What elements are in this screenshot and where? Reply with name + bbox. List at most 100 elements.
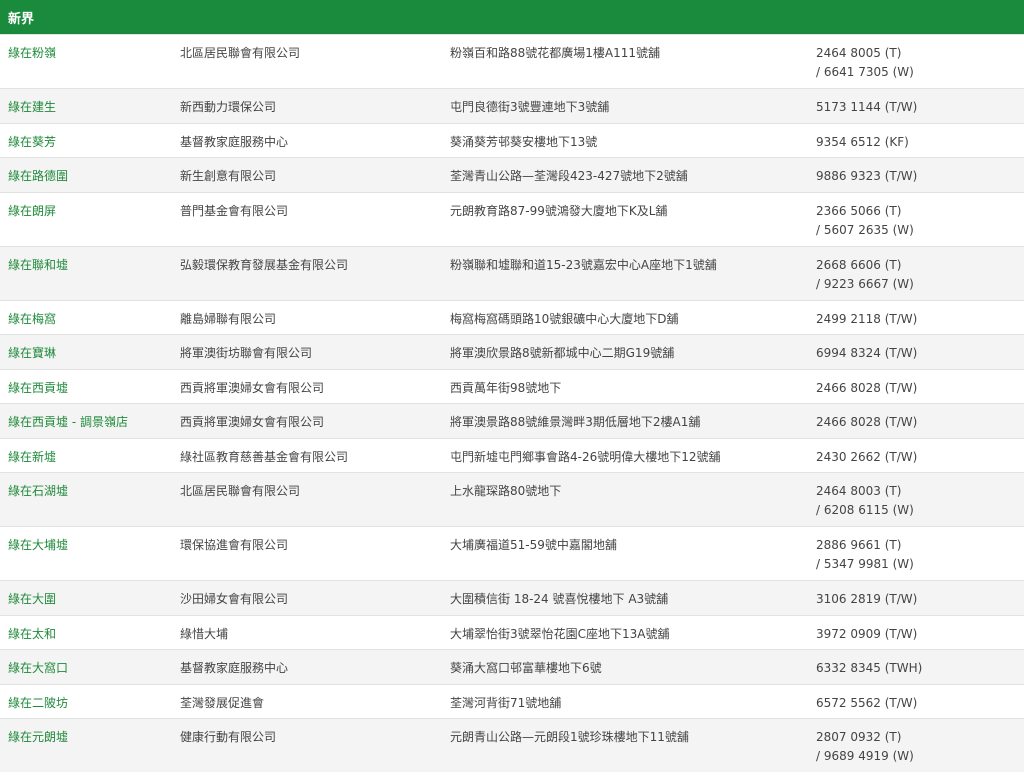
table-row: 綠在二陂坊 荃灣發展促進會 荃灣河背街71號地舖 6572 5562 (T/W) bbox=[0, 683, 1024, 719]
region-title: 新界 bbox=[8, 11, 35, 27]
phone-line-1: 6994 8324 (T/W) bbox=[816, 346, 918, 360]
phone-line-2: / 5347 9981 (W) bbox=[816, 557, 914, 571]
store-address: 粉嶺百和路88號花都廣場1樓A111號舖 bbox=[450, 46, 661, 60]
phone-line-2: / 9223 6667 (W) bbox=[816, 276, 914, 291]
store-name-link[interactable]: 綠在寶琳 bbox=[0, 335, 172, 369]
phone-line-1: 2464 8005 (T) bbox=[816, 46, 902, 60]
phone-line-2: / 9689 4919 (W) bbox=[816, 749, 914, 763]
store-address: 梅窩梅窩碼頭路10號銀礦中心大廈地下D舖 bbox=[450, 311, 679, 326]
operator-name: 離島婦聯有限公司 bbox=[180, 311, 277, 326]
store-name-link[interactable]: 綠在西貢墟 bbox=[0, 370, 172, 404]
phone-line-1: 2886 9661 (T) bbox=[816, 538, 902, 552]
phone-line-2: / 6208 6115 (W) bbox=[816, 503, 914, 517]
table-row: 綠在粉嶺 北區居民聯會有限公司 粉嶺百和路88號花都廣場1樓A111號舖 2464 8… bbox=[0, 34, 1024, 88]
phone-line-1: 2466 8028 (T/W) bbox=[816, 415, 918, 429]
store-phone: 5173 1144 (T/W) bbox=[808, 89, 1024, 123]
store-name-link[interactable]: 綠在大埔墟 bbox=[0, 527, 172, 580]
operator-name: 北區居民聯會有限公司 bbox=[180, 46, 301, 60]
store-address: 大埔廣福道51-59號中嘉閣地舖 bbox=[450, 538, 617, 552]
store-phone: 2464 8005 (T) / 6641 7305 (W) bbox=[808, 35, 1024, 88]
recycling-store-table: 新界 綠在粉嶺 北區居民聯會有限公司 粉嶺百和路88號花都廣場1樓A111號舖 246… bbox=[0, 0, 1024, 772]
operator-name: 綠社區教育慈善基金會有限公司 bbox=[180, 449, 349, 464]
store-phone: 2430 2662 (T/W) bbox=[808, 439, 1024, 473]
store-phone: 3972 0909 (T/W) bbox=[808, 616, 1024, 650]
store-name-link[interactable]: 綠在新墟 bbox=[0, 439, 172, 473]
table-row: 綠在元朗墟 健康行動有限公司 元朗青山公路—元朗段1號珍珠樓地下11號舖 2807 0… bbox=[0, 718, 1024, 772]
table-row: 綠在梅窩 離島婦聯有限公司 梅窩梅窩碼頭路10號銀礦中心大廈地下D舖 2499 211… bbox=[0, 299, 1024, 335]
store-name-link[interactable]: 綠在朗屏 bbox=[0, 193, 172, 246]
store-name-link[interactable]: 綠在梅窩 bbox=[0, 301, 172, 335]
store-name-link[interactable]: 綠在大窩口 bbox=[0, 650, 172, 684]
table-row: 綠在建生 新西動力環保公司 屯門良德街3號豐連地下3號舖 5173 1144 (T/W… bbox=[0, 88, 1024, 123]
table-row: 綠在西貢墟 - 調景嶺店 西貢將軍澳婦女會有限公司 將軍澳景路88號維景灣畔3期低層… bbox=[0, 403, 1024, 438]
store-phone: 6332 8345 (TWH) bbox=[808, 650, 1024, 684]
table-row: 綠在太和 綠惜大埔 大埔翠怡街3號翠怡花園C座地下13A號舖 3972 0909 (T… bbox=[0, 614, 1024, 650]
store-phone: 2466 8028 (T/W) bbox=[808, 370, 1024, 404]
operator-name: 普門基金會有限公司 bbox=[180, 203, 289, 218]
store-address: 西貢萬年街98號地下 bbox=[450, 380, 562, 395]
store-address: 屯門良德街3號豐連地下3號舖 bbox=[450, 100, 610, 114]
operator-name: 沙田婦女會有限公司 bbox=[180, 592, 289, 606]
store-address: 上水龍琛路80號地下 bbox=[450, 484, 562, 498]
store-name-link[interactable]: 綠在聯和墟 bbox=[0, 247, 172, 300]
store-name-link[interactable]: 綠在建生 bbox=[0, 89, 172, 123]
table-body: 綠在粉嶺 北區居民聯會有限公司 粉嶺百和路88號花都廣場1樓A111號舖 2464 8… bbox=[0, 34, 1024, 772]
table-row: 綠在西貢墟 西貢將軍澳婦女會有限公司 西貢萬年街98號地下 2466 8028 (T/… bbox=[0, 368, 1024, 404]
table-row: 綠在新墟 綠社區教育慈善基金會有限公司 屯門新墟屯門鄉事會路4-26號明偉大樓地下1… bbox=[0, 437, 1024, 473]
table-row: 綠在路德圍 新生創意有限公司 荃灣青山公路—荃灣段423-427號地下2號舖 9886… bbox=[0, 157, 1024, 192]
store-phone: 2499 2118 (T/W) bbox=[808, 301, 1024, 335]
store-address: 元朗青山公路—元朗段1號珍珠樓地下11號舖 bbox=[450, 730, 689, 744]
operator-name: 將軍澳街坊聯會有限公司 bbox=[180, 346, 313, 360]
store-name-link[interactable]: 綠在路德圍 bbox=[0, 158, 172, 192]
operator-name: 西貢將軍澳婦女會有限公司 bbox=[180, 380, 325, 395]
store-address: 葵涌大窩口邨富華樓地下6號 bbox=[450, 661, 602, 675]
store-address: 大埔翠怡街3號翠怡花園C座地下13A號舖 bbox=[450, 626, 670, 641]
store-name-link[interactable]: 綠在葵芳 bbox=[0, 124, 172, 158]
table-row: 綠在石湖墟 北區居民聯會有限公司 上水龍琛路80號地下 2464 8003 (T) / … bbox=[0, 472, 1024, 526]
phone-line-1: 5173 1144 (T/W) bbox=[816, 100, 918, 114]
store-phone: 6572 5562 (T/W) bbox=[808, 685, 1024, 719]
phone-line-2: / 5607 2635 (W) bbox=[816, 222, 914, 237]
operator-name: 新西動力環保公司 bbox=[180, 100, 277, 114]
phone-line-1: 2807 0932 (T) bbox=[816, 730, 902, 744]
store-address: 荃灣青山公路—荃灣段423-427號地下2號舖 bbox=[450, 169, 688, 183]
store-name-link[interactable]: 綠在大圍 bbox=[0, 581, 172, 615]
store-name-link[interactable]: 綠在二陂坊 bbox=[0, 685, 172, 719]
phone-line-1: 2430 2662 (T/W) bbox=[816, 449, 918, 464]
store-phone: 3106 2819 (T/W) bbox=[808, 581, 1024, 615]
store-address: 大圍積信街 18-24 號喜悅樓地下 A3號舖 bbox=[450, 592, 669, 606]
store-address: 元朗教育路87-99號鴻發大廈地下K及L舖 bbox=[450, 203, 668, 218]
store-name-link[interactable]: 綠在粉嶺 bbox=[0, 35, 172, 88]
table-row: 綠在大圍 沙田婦女會有限公司 大圍積信街 18-24 號喜悅樓地下 A3號舖 3106… bbox=[0, 580, 1024, 615]
operator-name: 北區居民聯會有限公司 bbox=[180, 484, 301, 498]
phone-line-1: 3106 2819 (T/W) bbox=[816, 592, 918, 606]
operator-name: 基督教家庭服務中心 bbox=[180, 661, 289, 675]
table-row: 綠在聯和墟 弘毅環保教育發展基金有限公司 粉嶺聯和墟聯和道15-23號嘉宏中心A座地… bbox=[0, 245, 1024, 300]
store-phone: 2466 8028 (T/W) bbox=[808, 404, 1024, 438]
table-row: 綠在葵芳 基督教家庭服務中心 葵涌葵芳邨葵安樓地下13號 9354 6512 (KF) bbox=[0, 122, 1024, 158]
store-name-link[interactable]: 綠在西貢墟 - 調景嶺店 bbox=[0, 404, 172, 438]
store-name-link[interactable]: 綠在元朗墟 bbox=[0, 719, 172, 772]
region-header: 新界 bbox=[0, 0, 1024, 34]
operator-name: 健康行動有限公司 bbox=[180, 730, 277, 744]
phone-line-1: 2668 6606 (T) bbox=[816, 257, 902, 272]
store-phone: 9354 6512 (KF) bbox=[808, 124, 1024, 158]
operator-name: 新生創意有限公司 bbox=[180, 169, 277, 183]
table-row: 綠在大埔墟 環保協進會有限公司 大埔廣福道51-59號中嘉閣地舖 2886 9661 … bbox=[0, 526, 1024, 580]
phone-line-1: 6572 5562 (T/W) bbox=[816, 695, 918, 710]
store-phone: 2886 9661 (T) / 5347 9981 (W) bbox=[808, 527, 1024, 580]
phone-line-1: 2464 8003 (T) bbox=[816, 484, 902, 498]
table-row: 綠在寶琳 將軍澳街坊聯會有限公司 將軍澳欣景路8號新都城中心二期G19號舖 6994 … bbox=[0, 334, 1024, 369]
store-phone: 2464 8003 (T) / 6208 6115 (W) bbox=[808, 473, 1024, 526]
store-address: 屯門新墟屯門鄉事會路4-26號明偉大樓地下12號舖 bbox=[450, 449, 721, 464]
operator-name: 基督教家庭服務中心 bbox=[180, 134, 289, 149]
operator-name: 西貢將軍澳婦女會有限公司 bbox=[180, 415, 325, 429]
operator-name: 綠惜大埔 bbox=[180, 626, 229, 641]
phone-line-1: 2466 8028 (T/W) bbox=[816, 380, 918, 395]
operator-name: 弘毅環保教育發展基金有限公司 bbox=[180, 257, 349, 272]
store-address: 荃灣河背街71號地舖 bbox=[450, 695, 562, 710]
store-name-link[interactable]: 綠在太和 bbox=[0, 616, 172, 650]
store-address: 將軍澳欣景路8號新都城中心二期G19號舖 bbox=[450, 346, 675, 360]
phone-line-1: 9354 6512 (KF) bbox=[816, 134, 909, 149]
store-name-link[interactable]: 綠在石湖墟 bbox=[0, 473, 172, 526]
